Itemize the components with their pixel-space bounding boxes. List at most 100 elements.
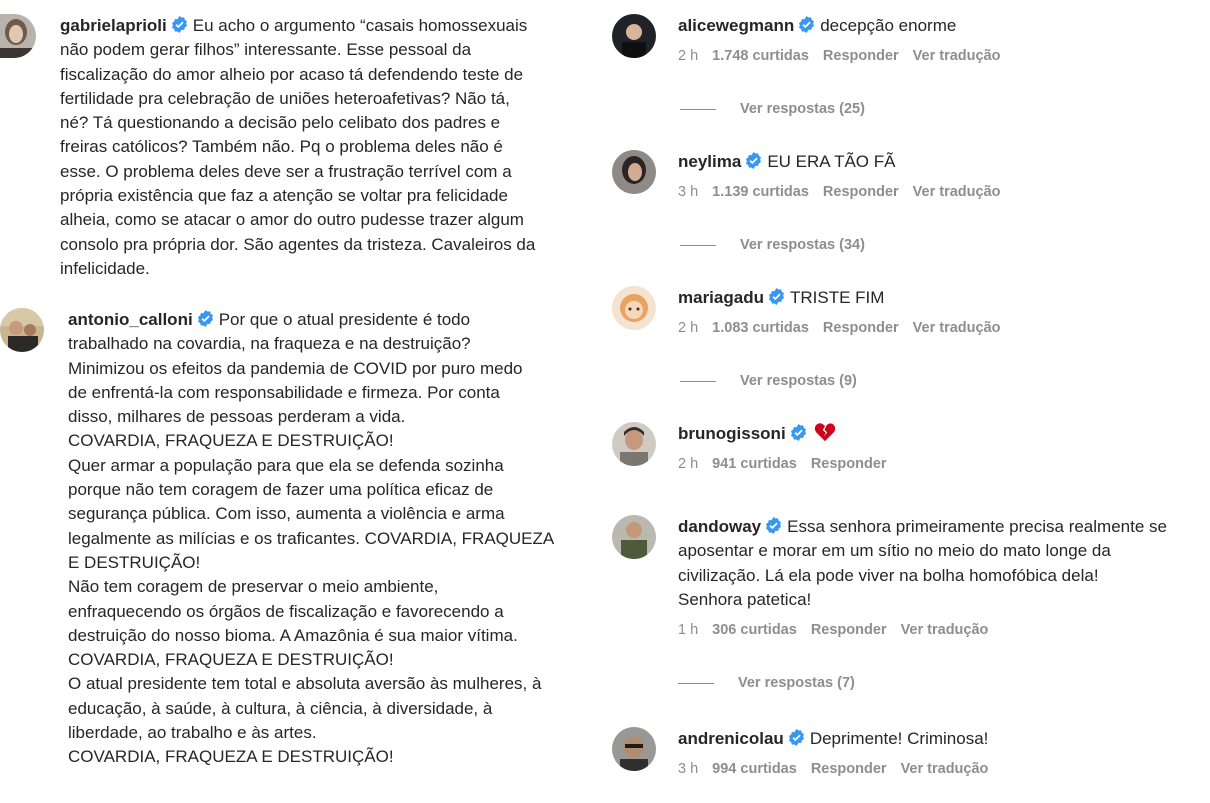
comment-line: trabalhado na covardia, na fraqueza e na…	[68, 334, 471, 354]
comment-line: enfraquecendo os órgãos de fiscalização …	[68, 601, 504, 621]
comment-text: brunogissoni	[678, 422, 901, 446]
translate-button[interactable]: Ver tradução	[901, 761, 989, 777]
reply-button[interactable]: Responder	[811, 456, 887, 472]
username[interactable]: gabrielaprioli	[60, 16, 167, 35]
translate-button[interactable]: Ver tradução	[901, 622, 989, 638]
avatar[interactable]	[612, 14, 656, 58]
comment-text: mariagadu TRISTE FIM	[678, 286, 1015, 310]
view-replies-button[interactable]: Ver respostas (25)	[680, 101, 865, 117]
translate-button[interactable]: Ver tradução	[913, 48, 1001, 64]
comment-antonio-calloni: antonio_calloni Por que o atual president…	[0, 308, 554, 770]
comment-line: legalmente as milícias e os traficantes.…	[68, 528, 555, 548]
comment-line: gabrielaprioli Eu acho o argumento “casai…	[60, 14, 535, 38]
username[interactable]: alicewegmann	[678, 16, 794, 35]
verified-icon	[788, 729, 804, 746]
comment-neylima: neylima EU ERA TÃO FÃ 3 h 1.139 curtidas …	[612, 150, 1015, 200]
avatar[interactable]	[612, 422, 656, 466]
comment-line: Não tem coragem de preservar o meio ambi…	[68, 577, 439, 597]
timestamp[interactable]: 1 h	[678, 622, 698, 638]
reply-button[interactable]: Responder	[811, 761, 887, 777]
avatar[interactable]	[612, 727, 656, 771]
replies-divider	[680, 108, 716, 110]
comment-content: EU ERA TÃO FÃ	[767, 152, 896, 171]
comment-line: fiscalização do amor alheio por acaso tá…	[60, 64, 524, 84]
comment-line: educação, à saúde, à cultura, à ciência,…	[68, 698, 493, 718]
reply-button[interactable]: Responder	[823, 48, 899, 64]
avatar[interactable]	[0, 308, 44, 352]
translate-button[interactable]: Ver tradução	[913, 184, 1001, 200]
broken-heart-icon	[814, 423, 835, 442]
verified-icon	[790, 424, 806, 441]
view-replies-button[interactable]: Ver respostas (34)	[680, 237, 865, 253]
view-replies-label: Ver respostas (34)	[740, 237, 865, 253]
comment-line: infelicidade.	[60, 258, 150, 278]
timestamp[interactable]: 2 h	[678, 320, 698, 336]
username[interactable]: andrenicolau	[678, 729, 784, 748]
comment-meta: 3 h 1.139 curtidas Responder Ver traduçã…	[678, 184, 1015, 200]
comment-body: alicewegmann decepção enorme 2 h 1.748 cu…	[678, 14, 1015, 64]
verified-icon	[171, 16, 187, 33]
verified-icon	[799, 16, 815, 33]
comment-content: Deprimente! Criminosa!	[809, 729, 989, 748]
comment-line-text: Essa senhora primeiramente precisa realm…	[787, 517, 1167, 536]
comment-line: antonio_calloni Por que o atual president…	[68, 308, 554, 332]
comment-body: neylima EU ERA TÃO FÃ 3 h 1.139 curtidas …	[678, 150, 1015, 200]
comment-line: esse. O problema deles deve ser a frustr…	[60, 161, 512, 181]
likes-count[interactable]: 1.748 curtidas	[712, 48, 809, 64]
username[interactable]: mariagadu	[678, 288, 764, 307]
comment-body: antonio_calloni Por que o atual president…	[68, 308, 554, 770]
comment-alicewegmann: alicewegmann decepção enorme 2 h 1.748 cu…	[612, 14, 1015, 64]
timestamp[interactable]: 2 h	[678, 48, 698, 64]
comment-line: civilização. Lá ela pode viver na bolha …	[678, 565, 1099, 585]
comment-content: decepção enorme	[820, 16, 957, 35]
reply-button[interactable]: Responder	[823, 184, 899, 200]
translate-button[interactable]: Ver tradução	[913, 320, 1001, 336]
view-replies-label: Ver respostas (25)	[740, 101, 865, 117]
comment-line: Minimizou os efeitos da pandemia de COVI…	[68, 358, 523, 378]
username[interactable]: neylima	[678, 152, 741, 171]
comment-body: brunogissoni 2 h 941 curtidas Responder	[678, 422, 901, 472]
timestamp[interactable]: 3 h	[678, 184, 698, 200]
comment-line-text: Por que o atual presidente é todo	[218, 310, 471, 329]
comment-line: destruição do nosso bioma. A Amazônia é …	[68, 625, 518, 645]
comment-line: consolo pra própria dor. São agentes da …	[60, 234, 536, 254]
comment-line: fertilidade pra celebração de uniões het…	[60, 88, 510, 108]
timestamp[interactable]: 2 h	[678, 456, 698, 472]
comment-line: liberdade, ao trabalho e às artes.	[68, 723, 317, 743]
likes-count[interactable]: 1.083 curtidas	[712, 320, 809, 336]
comment-line: alheia, como se atacar o amor do outro p…	[60, 210, 524, 230]
username[interactable]: dandoway	[678, 517, 761, 536]
timestamp[interactable]: 3 h	[678, 761, 698, 777]
comment-line: COVARDIA, FRAQUEZA E DESTRUIÇÃO!	[68, 431, 394, 451]
avatar[interactable]	[612, 286, 656, 330]
comment-text: neylima EU ERA TÃO FÃ	[678, 150, 1015, 174]
username[interactable]: brunogissoni	[678, 424, 786, 443]
view-replies-button[interactable]: Ver respostas (7)	[678, 675, 855, 691]
comment-gabrielaprioli: gabrielaprioli Eu acho o argumento “casai…	[0, 14, 535, 281]
comment-line: E DESTRUIÇÃO!	[68, 552, 201, 572]
comment-line-text: Eu acho o argumento “casais homossexuais	[192, 16, 528, 35]
comment-meta: 2 h 1.083 curtidas Responder Ver traduçã…	[678, 320, 1015, 336]
view-replies-label: Ver respostas (7)	[738, 675, 855, 691]
comment-line: dandoway Essa senhora primeiramente preci…	[678, 515, 1167, 539]
comment-line: disso, milhares de pessoas perderam a vi…	[68, 407, 406, 427]
comment-line: né? Tá questionando a decisão pelo celib…	[60, 113, 501, 133]
replies-divider	[678, 682, 714, 684]
likes-count[interactable]: 306 curtidas	[712, 622, 797, 638]
avatar[interactable]	[0, 14, 36, 58]
reply-button[interactable]: Responder	[823, 320, 899, 336]
comment-line: não podem gerar filhos” interessante. Es…	[60, 40, 472, 60]
likes-count[interactable]: 1.139 curtidas	[712, 184, 809, 200]
username[interactable]: antonio_calloni	[68, 310, 193, 329]
comment-text: alicewegmann decepção enorme	[678, 14, 1015, 38]
likes-count[interactable]: 994 curtidas	[712, 761, 797, 777]
reply-button[interactable]: Responder	[811, 622, 887, 638]
avatar[interactable]	[612, 515, 656, 559]
comment-line: segurança pública. Com isso, aumenta a v…	[68, 504, 505, 524]
comment-body: andrenicolau Deprimente! Criminosa! 3 h 9…	[678, 727, 1002, 777]
avatar[interactable]	[612, 150, 656, 194]
likes-count[interactable]: 941 curtidas	[712, 456, 797, 472]
view-replies-button[interactable]: Ver respostas (9)	[680, 373, 857, 389]
comment-line: própria existência que faz a atenção se …	[60, 186, 508, 206]
comment-meta: 2 h 941 curtidas Responder	[678, 456, 901, 472]
